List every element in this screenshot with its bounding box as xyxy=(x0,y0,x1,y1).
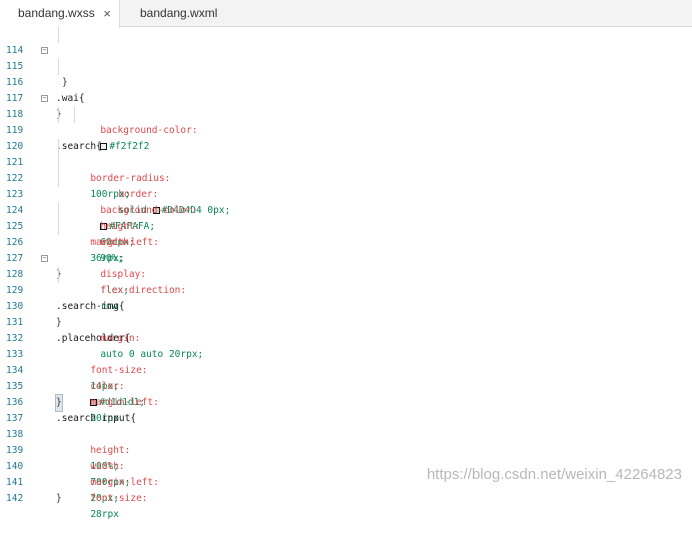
code-line: 121 background-color: #FAFAFA; xyxy=(0,139,692,232)
code-line: 119 border: solid #D4D4D4 0px; xyxy=(0,107,692,216)
tab-bandang-wxss[interactable]: bandang.wxss × xyxy=(0,0,120,28)
code-line: 124 margin-left: 36rpx; xyxy=(0,187,692,264)
code-line: 117 } xyxy=(0,75,692,120)
tab-label: bandang.wxss xyxy=(18,6,95,20)
fold-icon[interactable]: − xyxy=(41,255,48,262)
code-editor[interactable]: 114 } 115 − .wai{ 116 background-color: … xyxy=(0,27,692,520)
code-line: 128 − .search-img{ xyxy=(0,251,692,313)
code-line: 123 width: 90%; xyxy=(0,171,692,264)
code-line: 135 } xyxy=(0,363,692,412)
css-value: 28rpx xyxy=(90,509,119,520)
code-line: 120 border-radius: 100rpx; xyxy=(0,123,692,200)
fold-icon[interactable]: − xyxy=(41,47,48,54)
code-line: 118 − .search{ xyxy=(0,91,692,153)
code-line: 115 − .wai{ xyxy=(0,43,692,105)
code-line: 133 color: #d1d1d1; xyxy=(0,331,692,408)
code-line: 136 .search input{ xyxy=(0,379,692,424)
code-line: 131 .placeholder{ xyxy=(0,299,692,344)
code-line: 129 margin: auto 0 auto 20rpx; xyxy=(0,267,692,360)
code-line: 130 } xyxy=(0,283,692,328)
tab-label: bandang.wxml xyxy=(140,6,218,20)
code-line: 132 font-size: 14px; xyxy=(0,315,692,392)
code-line: 125 display: flex; xyxy=(0,203,692,296)
code-line: 126 flex-direction: row xyxy=(0,219,692,312)
code-line: 138 width: 700rpx; xyxy=(0,411,692,488)
editor-tab-bar: bandang.wxss × bandang.wxml xyxy=(0,0,692,28)
code-line: 116 background-color: #f2f2f2 xyxy=(0,59,692,152)
tab-bandang-wxml[interactable]: bandang.wxml xyxy=(122,0,242,27)
code-line: 140 font-size: 28rpx xyxy=(0,443,692,520)
code-line: 134 margin-left: 20rpx xyxy=(0,347,692,424)
line-text: } xyxy=(56,493,62,504)
code-line: 137 height: 100%; xyxy=(0,395,692,472)
code-line: 139 margin-left: 20px; xyxy=(0,427,692,504)
line-number: 142 xyxy=(6,493,24,504)
watermark: https://blog.csdn.net/weixin_42264823 xyxy=(426,466,682,483)
close-icon[interactable]: × xyxy=(103,0,111,27)
code-line: 114 } xyxy=(0,27,692,88)
fold-icon[interactable]: − xyxy=(41,95,48,102)
code-line: 127 } xyxy=(0,235,692,280)
code-line: 122 height: 60rpx; xyxy=(0,155,692,248)
